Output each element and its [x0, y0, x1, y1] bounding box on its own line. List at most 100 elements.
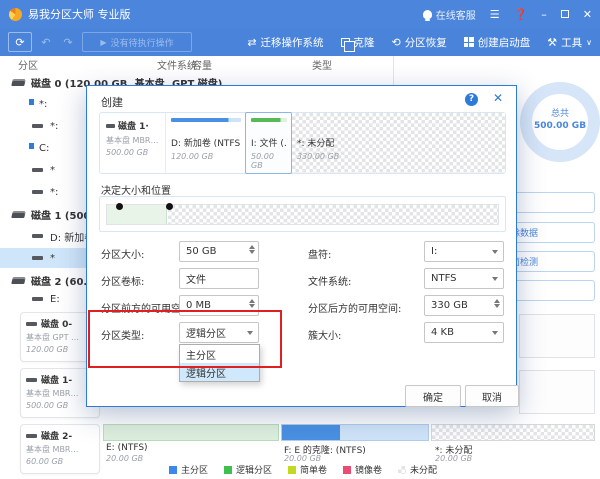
- refresh-button[interactable]: ⟳: [8, 32, 32, 52]
- space-after-input[interactable]: 330 GB: [424, 295, 504, 316]
- tree-item-label: C:: [39, 143, 49, 154]
- dropdown-option-primary[interactable]: 主分区: [180, 345, 259, 363]
- cancel-button[interactable]: 取消: [465, 385, 519, 407]
- graph-partition-unallocated[interactable]: [431, 424, 595, 441]
- partition-type-label: 分区类型:: [101, 327, 144, 342]
- filesystem-select[interactable]: NTFS: [424, 268, 504, 289]
- disk1-graph-unallocated-sliver: [519, 370, 595, 414]
- column-header-type[interactable]: 类型: [312, 57, 332, 72]
- strip-partition-size: 330.00 GB: [297, 152, 501, 161]
- space-after-label: 分区后方的可用空间:: [308, 300, 401, 315]
- strip-partition-unallocated[interactable]: *: 未分配 330.00 GB: [292, 113, 505, 173]
- spinner-icon[interactable]: [249, 299, 255, 308]
- column-header-filesystem[interactable]: 文件系统: [157, 57, 197, 72]
- toolbar: ⟳ ↶ ↷ ▶ 没有待执行操作 ⇄ 迁移操作系统 克隆 ⟲ 分区恢复: [0, 28, 600, 56]
- menu-icon: ☰: [490, 8, 500, 21]
- partition-icon: [32, 124, 43, 128]
- undo-button[interactable]: ↶: [36, 32, 56, 52]
- pending-operations-button[interactable]: ▶ 没有待执行操作: [82, 32, 192, 52]
- disk-icon: [26, 322, 37, 326]
- migrate-os-button[interactable]: ⇄ 迁移操作系统: [247, 35, 323, 50]
- redo-button[interactable]: ↷: [58, 32, 78, 52]
- partition-size-label: 分区大小:: [101, 246, 144, 261]
- disk-card-name: 磁盘 1-: [41, 373, 72, 386]
- drive-letter-label: 盘符:: [308, 246, 331, 261]
- legend-primary-swatch: [169, 466, 177, 474]
- strip-partition-d[interactable]: D: 新加卷 (NTFS) 120.00 GB: [166, 113, 245, 173]
- play-icon: ▶: [100, 38, 106, 47]
- legend-label: 未分配: [410, 463, 437, 476]
- clone-label: 克隆: [354, 35, 375, 50]
- help-button[interactable]: ❓: [514, 8, 528, 21]
- legend-logical-swatch: [224, 466, 232, 474]
- slider-handle-left[interactable]: [116, 203, 123, 210]
- graph-partition-label: E: (NTFS): [106, 443, 148, 453]
- refresh-icon: ⟳: [15, 36, 24, 49]
- slider-handle-right[interactable]: [166, 203, 173, 210]
- maximize-icon: [561, 10, 569, 18]
- strip-partition-i-selected[interactable]: I: 文件 (… 50.00 GB: [245, 112, 292, 174]
- strip-partition-label: D: 新加卷 (NTFS): [171, 136, 241, 149]
- close-window-button[interactable]: ✕: [583, 8, 592, 21]
- online-service-button[interactable]: 在线客服: [423, 7, 476, 22]
- partition-recovery-button[interactable]: ⟲ 分区恢复: [392, 35, 447, 50]
- space-before-input[interactable]: 0 MB: [179, 295, 259, 316]
- graph-partition-e[interactable]: [103, 424, 279, 441]
- strip-partition-label: I: 文件 (…: [251, 136, 287, 149]
- disk-strip: 磁盘 1· 基本盘 MBR… 500.00 GB D: 新加卷 (NTFS) 1…: [99, 112, 506, 174]
- dropdown-option-logical[interactable]: 逻辑分区: [180, 363, 259, 381]
- graph-partition-size: 20.00 GB: [106, 454, 143, 463]
- redo-icon: ↷: [63, 36, 72, 49]
- volume-label-value: 文件: [186, 271, 206, 286]
- partition-icon: [32, 297, 43, 301]
- create-bootdisk-button[interactable]: 创建启动盘: [464, 35, 531, 50]
- graph-partition-f[interactable]: [281, 424, 429, 441]
- partition-size-input[interactable]: 50 GB: [179, 241, 259, 262]
- unallocated-region[interactable]: [168, 205, 498, 224]
- strip-partition-label: *: 未分配: [297, 136, 501, 149]
- dialog-close-icon[interactable]: ✕: [493, 91, 503, 105]
- ok-button[interactable]: 确定: [405, 385, 461, 407]
- windows-badge-icon: [28, 143, 34, 149]
- titlebar: 易我分区大师 专业版 在线客服 ☰ ❓ – ✕: [0, 0, 600, 28]
- app-window: 易我分区大师 专业版 在线客服 ☰ ❓ – ✕ ⟳ ↶ ↷ ▶ 没有待执行操作: [0, 0, 600, 479]
- legend-label: 主分区: [181, 463, 208, 476]
- strip-disk-size: 500.00 GB: [106, 148, 165, 157]
- create-partition-dialog: 创建 ? ✕ 磁盘 1· 基本盘 MBR… 500.00 GB D: 新加卷 (…: [86, 85, 517, 407]
- menu-button[interactable]: ☰: [490, 8, 500, 21]
- tree-item-label: *:: [50, 187, 58, 198]
- wrench-icon: ⚒: [547, 36, 557, 49]
- legend-label: 镜像卷: [355, 463, 382, 476]
- strip-disk-type: 基本盘 MBR…: [106, 135, 165, 146]
- cluster-size-select[interactable]: 4 KB: [424, 322, 504, 343]
- minimize-button[interactable]: –: [541, 8, 547, 21]
- tools-menu-button[interactable]: ⚒ 工具 ∨: [547, 35, 592, 50]
- spinner-icon[interactable]: [249, 245, 255, 254]
- partition-type-select[interactable]: 逻辑分区: [179, 322, 259, 343]
- clone-button[interactable]: 克隆: [341, 35, 375, 50]
- online-service-label: 在线客服: [436, 7, 476, 22]
- column-header-capacity[interactable]: 容量: [192, 57, 212, 72]
- disk-card-disk2[interactable]: 磁盘 2- 基本盘 MBR… 60.00 GB: [20, 424, 100, 474]
- donut-total-label: 总共: [520, 106, 600, 119]
- maximize-button[interactable]: [561, 10, 569, 18]
- legend-unallocated-swatch: [398, 466, 406, 474]
- chevron-down-icon: [492, 331, 498, 335]
- chevron-down-icon: [247, 331, 253, 335]
- chevron-down-icon: ∨: [586, 38, 592, 47]
- volume-label-input[interactable]: 文件: [179, 268, 259, 289]
- cluster-size-label: 簇大小:: [308, 327, 341, 342]
- partition-icon: [32, 168, 43, 172]
- disk-icon: [106, 124, 115, 128]
- headset-icon: [423, 10, 432, 19]
- dialog-help-icon[interactable]: ?: [465, 93, 478, 106]
- legend-simple-swatch: [288, 466, 296, 474]
- spinner-icon[interactable]: [494, 299, 500, 308]
- tree-item-label: E:: [50, 294, 60, 305]
- column-header-partition[interactable]: 分区: [18, 57, 38, 72]
- usage-bar: [171, 118, 241, 122]
- strip-disk-info: 磁盘 1· 基本盘 MBR… 500.00 GB: [100, 113, 166, 173]
- drive-letter-select[interactable]: I:: [424, 241, 504, 262]
- partition-type-value: 逻辑分区: [186, 325, 226, 340]
- slider-track: [106, 204, 499, 225]
